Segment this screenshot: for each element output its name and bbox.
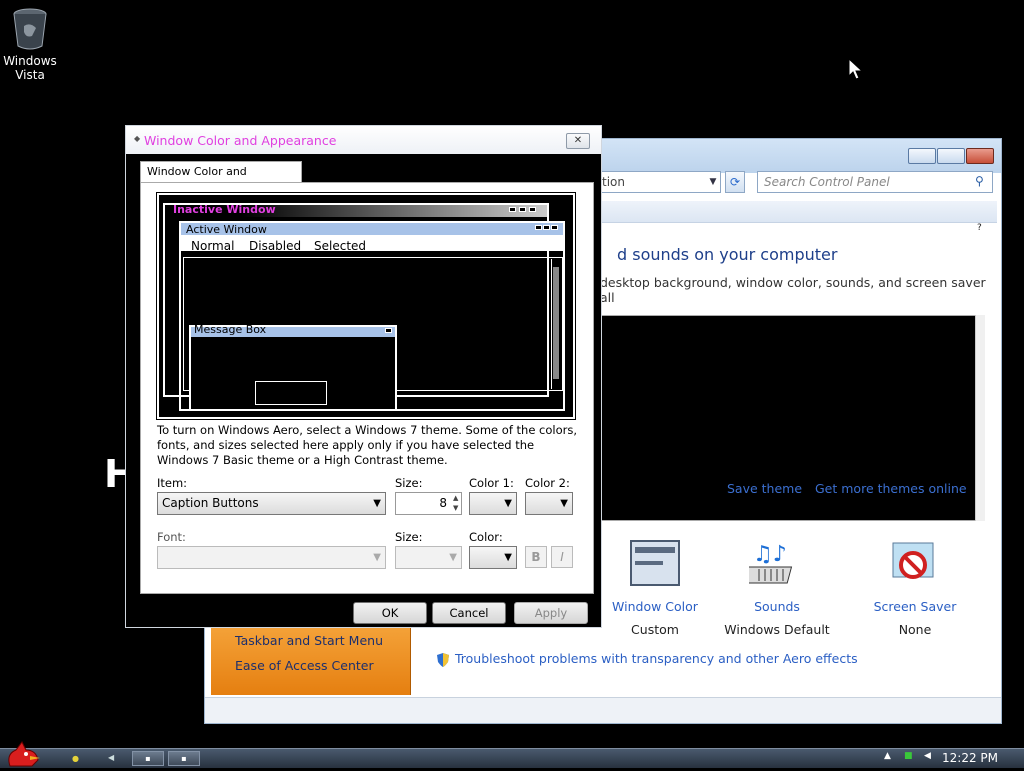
font-size-label: Size: <box>395 530 423 544</box>
mouse-cursor-icon <box>848 57 864 82</box>
shield-icon <box>435 652 451 668</box>
sounds-item[interactable]: ♫♪ Sounds Windows Default <box>717 539 837 637</box>
size-stepper[interactable]: 8 <box>395 492 462 515</box>
more-themes-link[interactable]: Get more themes online <box>815 481 967 496</box>
ease-of-access-link[interactable]: Ease of Access Center <box>235 658 374 673</box>
preview-menu-selected[interactable]: Selected <box>314 239 366 253</box>
chevron-down-icon: ▼ <box>504 498 512 509</box>
screen-saver-item[interactable]: Screen Saver None <box>855 539 975 637</box>
ok-button[interactable]: OK <box>353 602 427 624</box>
font-color-picker[interactable]: ▼ <box>469 546 517 569</box>
italic-button[interactable]: I <box>551 546 573 568</box>
preview-caption-button <box>385 328 392 333</box>
preview-caption-button <box>519 207 526 212</box>
aero-info-text: To turn on Windows Aero, select a Window… <box>157 423 578 467</box>
desktop-icon-recycle-bin[interactable]: Windows Vista <box>0 6 60 82</box>
preview-menu-normal[interactable]: Normal <box>191 239 234 253</box>
color2-label: Color 2: <box>525 476 570 490</box>
preview-scroll-thumb[interactable] <box>553 267 559 379</box>
item-select-value: Caption Buttons <box>162 496 259 510</box>
help-icon[interactable]: ? <box>977 223 982 233</box>
clock[interactable]: 12:22 PM <box>942 751 998 765</box>
color2-picker[interactable]: ▼ <box>525 492 573 515</box>
chevron-down-icon: ▼ <box>449 552 457 563</box>
font-label: Font: <box>157 530 186 544</box>
cancel-button[interactable]: Cancel <box>432 602 506 624</box>
screen-saver-value: None <box>898 622 932 637</box>
address-bar[interactable]: tion <box>597 171 721 193</box>
preview-inactive-label: Inactive Window <box>173 203 276 216</box>
taskbar-button[interactable]: ▪ <box>132 751 164 766</box>
close-button[interactable] <box>966 148 994 164</box>
maximize-button[interactable] <box>937 148 965 164</box>
font-color-label: Color: <box>469 530 503 544</box>
volume-icon[interactable]: ◀ <box>924 751 931 761</box>
quick-launch-icon[interactable]: ◀ <box>108 753 114 762</box>
dialog-app-icon: ◆ <box>134 134 141 143</box>
desktop-icon-label-1: Windows <box>3 54 57 68</box>
save-theme-link[interactable]: Save theme <box>727 481 802 496</box>
page-subtitle: desktop background, window color, sounds… <box>600 275 986 305</box>
preview-message-button[interactable] <box>255 381 327 405</box>
preview-menu-disabled[interactable]: Disabled <box>249 239 301 253</box>
search-input[interactable]: Search Control Panel <box>757 171 993 193</box>
chevron-down-icon: ▼ <box>373 552 381 563</box>
preview-caption-button <box>543 225 550 230</box>
refresh-icon[interactable]: ⟳ <box>725 171 745 193</box>
chevron-down-icon: ▼ <box>560 498 568 509</box>
recycle-bin-icon <box>10 6 50 50</box>
screen-saver-label: Screen Saver <box>873 599 957 614</box>
window-color-item[interactable]: Window Color Custom <box>595 539 715 637</box>
preview-caption-button <box>551 225 558 230</box>
dialog-title: Window Color and Appearance <box>144 133 337 148</box>
tab-window-color[interactable]: Window Color and Appearance <box>140 161 302 198</box>
apply-button[interactable]: Apply <box>514 602 588 624</box>
chevron-down-icon[interactable]: ▼ <box>705 171 721 193</box>
spin-arrows-icon[interactable]: ▲ ▼ <box>453 493 461 514</box>
screen-saver-icon <box>887 539 943 589</box>
preview-message-label: Message Box <box>194 323 267 336</box>
taskbar-button[interactable]: ▪ <box>168 751 200 766</box>
troubleshoot-link[interactable]: Troubleshoot problems with transparency … <box>455 651 858 666</box>
window-color-dialog: ◆ Window Color and Appearance ✕ Window C… <box>125 125 602 628</box>
size-label: Size: <box>395 476 423 490</box>
svg-text:♫♪: ♫♪ <box>753 542 787 567</box>
appearance-preview[interactable]: Inactive Window Active Window Normal Dis… <box>157 193 575 419</box>
window-color-icon <box>627 539 683 589</box>
desktop-icon-label-2: Vista <box>15 68 45 82</box>
preview-active-label: Active Window <box>186 223 267 236</box>
sounds-label: Sounds <box>754 599 800 614</box>
preview-caption-button <box>535 225 542 230</box>
window-color-label: Window Color <box>612 599 698 614</box>
network-icon[interactable]: ■ <box>904 751 913 761</box>
see-also-panel: Taskbar and Start Menu Ease of Access Ce… <box>211 623 411 695</box>
dialog-close-button[interactable]: ✕ <box>566 133 590 149</box>
color1-picker[interactable]: ▼ <box>469 492 517 515</box>
chevron-down-icon: ▼ <box>373 498 381 509</box>
tray-expand-icon[interactable]: ▲ <box>884 751 891 761</box>
preview-caption-button <box>509 207 516 212</box>
preview-caption-button <box>529 207 536 212</box>
font-select[interactable]: ▼ <box>157 546 386 569</box>
bold-button[interactable]: B <box>525 546 547 568</box>
search-icon[interactable]: ⚲ <box>975 174 984 188</box>
item-label: Item: <box>157 476 188 490</box>
window-color-value: Custom <box>631 622 679 637</box>
taskbar-start-menu-link[interactable]: Taskbar and Start Menu <box>235 633 383 648</box>
start-button[interactable] <box>2 740 46 768</box>
command-bar <box>601 201 997 223</box>
font-size-select[interactable]: ▼ <box>395 546 462 569</box>
themes-scrollbar[interactable] <box>975 315 985 521</box>
quick-launch-icon[interactable]: ● <box>72 754 79 763</box>
minimize-button[interactable] <box>908 148 936 164</box>
color1-label: Color 1: <box>469 476 514 490</box>
sounds-icon: ♫♪ <box>742 539 805 589</box>
chevron-down-icon: ▼ <box>504 552 512 563</box>
sounds-value: Windows Default <box>724 622 830 637</box>
preview-menu-bar <box>181 235 563 251</box>
item-select[interactable]: Caption Buttons ▼ <box>157 492 386 515</box>
status-bar <box>205 697 1001 723</box>
page-title: d sounds on your computer <box>617 245 838 264</box>
tab-panel: Inactive Window Active Window Normal Dis… <box>140 182 594 594</box>
